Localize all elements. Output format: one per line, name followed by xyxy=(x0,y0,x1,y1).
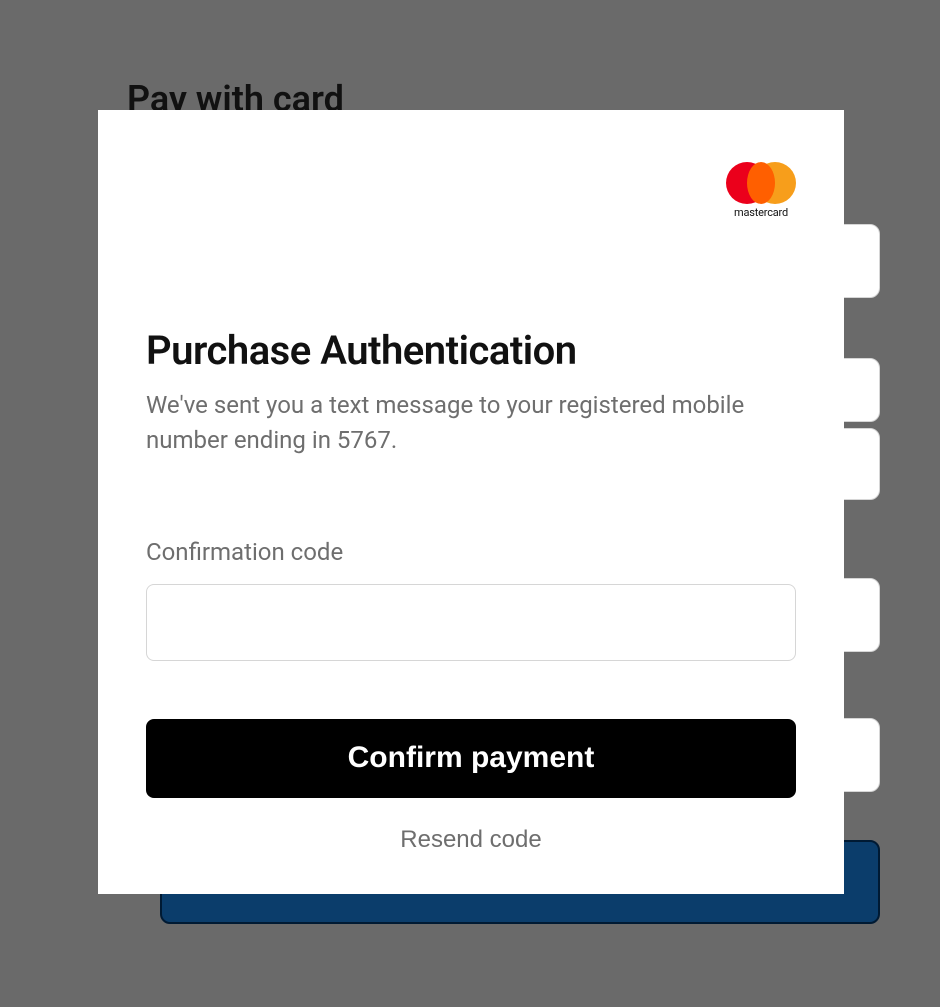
authentication-modal: mastercard Purchase Authentication We've… xyxy=(98,110,844,894)
confirmation-code-label: Confirmation code xyxy=(146,538,796,566)
modal-description-prefix: We've sent you a text message to your re… xyxy=(146,391,744,454)
mastercard-icon xyxy=(726,162,796,204)
card-brand-label: mastercard xyxy=(734,206,788,219)
confirmation-code-input[interactable] xyxy=(146,584,796,661)
modal-description: We've sent you a text message to your re… xyxy=(146,388,796,458)
modal-title: Purchase Authentication xyxy=(146,327,796,374)
modal-phone-last4: 5767 xyxy=(337,426,391,454)
resend-code-button[interactable]: Resend code xyxy=(146,826,796,854)
card-brand: mastercard xyxy=(726,162,796,219)
modal-description-suffix: . xyxy=(391,426,397,454)
confirm-payment-button[interactable]: Confirm payment xyxy=(146,719,796,798)
